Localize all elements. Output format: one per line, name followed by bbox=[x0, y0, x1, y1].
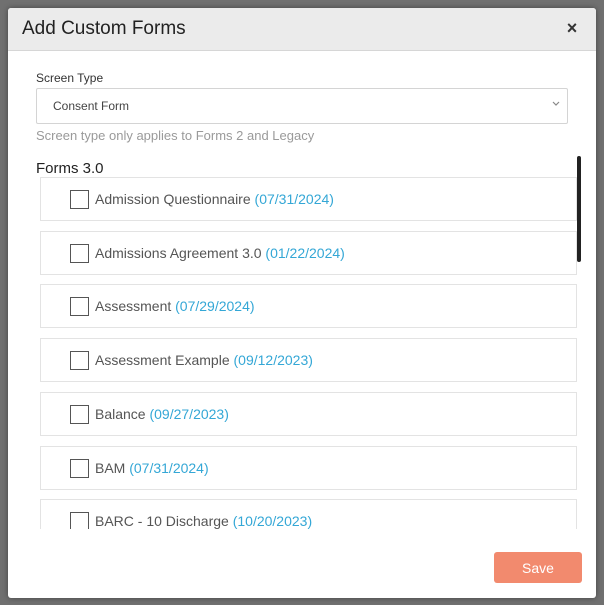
list-item-text: Assessment Example (09/12/2023) bbox=[95, 352, 313, 368]
modal-header: Add Custom Forms × bbox=[8, 8, 596, 51]
screen-type-hint: Screen type only applies to Forms 2 and … bbox=[36, 128, 315, 143]
form-date: (07/31/2024) bbox=[129, 460, 209, 476]
list-item-text: Assessment (07/29/2024) bbox=[95, 298, 255, 314]
forms-list: Admission Questionnaire (07/31/2024) Adm… bbox=[40, 177, 577, 529]
checkbox-icon[interactable] bbox=[70, 297, 89, 316]
list-item[interactable]: BAM (07/31/2024) bbox=[40, 446, 577, 490]
scrollbar-thumb[interactable] bbox=[577, 156, 581, 262]
list-item-text: Balance (09/27/2023) bbox=[95, 406, 229, 422]
screen-type-selected-value: Consent Form bbox=[53, 99, 130, 113]
checkbox-icon[interactable] bbox=[70, 405, 89, 424]
screen-type-label: Screen Type bbox=[36, 71, 104, 85]
screen-type-select[interactable]: Consent Form bbox=[36, 88, 568, 124]
checkbox-icon[interactable] bbox=[70, 459, 89, 478]
form-name: Admissions Agreement 3.0 bbox=[95, 245, 262, 261]
form-date: (09/27/2023) bbox=[149, 406, 229, 422]
checkbox-icon[interactable] bbox=[70, 190, 89, 209]
list-item[interactable]: Admissions Agreement 3.0 (01/22/2024) bbox=[40, 231, 577, 275]
list-item[interactable]: Admission Questionnaire (07/31/2024) bbox=[40, 177, 577, 221]
save-button[interactable]: Save bbox=[494, 552, 582, 583]
checkbox-icon[interactable] bbox=[70, 512, 89, 529]
checkbox-icon[interactable] bbox=[70, 351, 89, 370]
list-item-text: BARC - 10 Discharge (10/20/2023) bbox=[95, 513, 312, 529]
list-item[interactable]: Assessment (07/29/2024) bbox=[40, 284, 577, 328]
form-name: Admission Questionnaire bbox=[95, 191, 251, 207]
form-date: (07/31/2024) bbox=[254, 191, 334, 207]
close-icon[interactable]: × bbox=[562, 18, 582, 38]
form-date: (01/22/2024) bbox=[265, 245, 345, 261]
modal-title: Add Custom Forms bbox=[22, 18, 186, 39]
list-item[interactable]: BARC - 10 Discharge (10/20/2023) bbox=[40, 499, 577, 529]
form-name: BAM bbox=[95, 460, 126, 476]
form-date: (07/29/2024) bbox=[175, 298, 255, 314]
forms-section-title: Forms 3.0 bbox=[36, 160, 104, 177]
form-name: Assessment Example bbox=[95, 352, 230, 368]
checkbox-icon[interactable] bbox=[70, 244, 89, 263]
list-item[interactable]: Balance (09/27/2023) bbox=[40, 392, 577, 436]
form-date: (09/12/2023) bbox=[233, 352, 313, 368]
form-name: Balance bbox=[95, 406, 146, 422]
add-custom-forms-modal: Add Custom Forms × Screen Type Consent F… bbox=[8, 8, 596, 598]
form-date: (10/20/2023) bbox=[232, 513, 313, 529]
list-item-text: BAM (07/31/2024) bbox=[95, 460, 209, 476]
list-item-text: Admissions Agreement 3.0 (01/22/2024) bbox=[95, 245, 345, 261]
form-name: BARC - 10 Discharge bbox=[95, 513, 229, 529]
chevron-down-icon bbox=[552, 101, 560, 106]
list-item[interactable]: Assessment Example (09/12/2023) bbox=[40, 338, 577, 382]
form-name: Assessment bbox=[95, 298, 172, 314]
list-item-text: Admission Questionnaire (07/31/2024) bbox=[95, 191, 334, 207]
